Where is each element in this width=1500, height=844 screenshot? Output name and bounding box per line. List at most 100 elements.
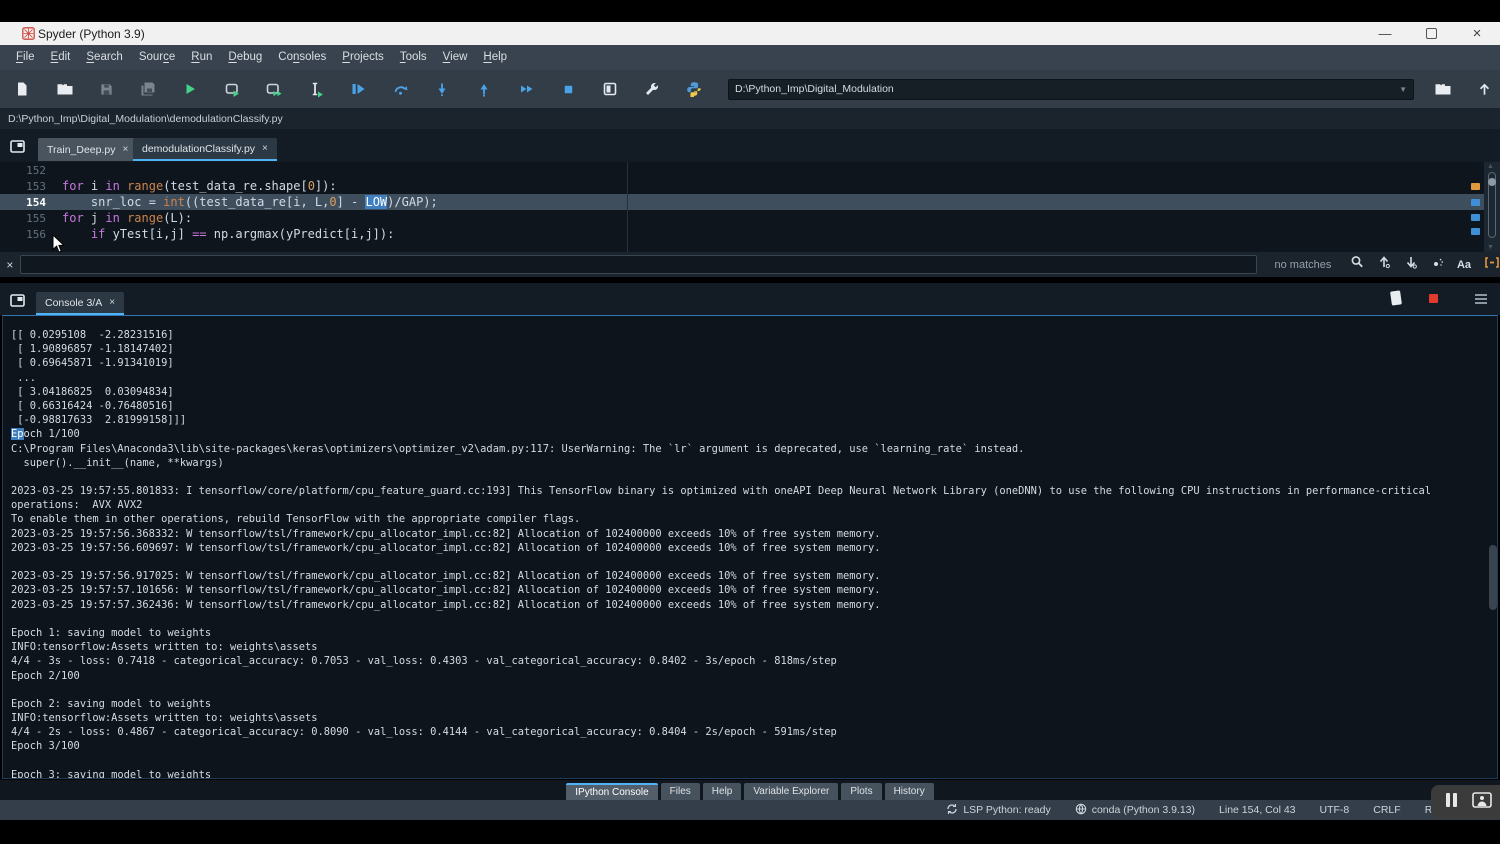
stop-debug-icon[interactable]: [558, 79, 578, 99]
main-toolbar: D:\Python_Imp\Digital_Modulation ▼: [0, 70, 1500, 108]
working-directory-combobox[interactable]: D:\Python_Imp\Digital_Modulation ▼: [728, 79, 1414, 100]
tab-help[interactable]: Help: [703, 783, 742, 800]
bottom-tab-row: IPython Console Files Help Variable Expl…: [0, 780, 1500, 800]
chevron-down-icon[interactable]: ▼: [1399, 85, 1407, 94]
menu-projects[interactable]: Projects: [334, 45, 392, 70]
scroll-up-icon[interactable]: ▲: [1487, 163, 1494, 170]
scroll-flag-warning[interactable]: [1471, 183, 1480, 190]
run-file-icon[interactable]: [180, 79, 200, 99]
tab-plots[interactable]: Plots: [841, 783, 881, 800]
menu-run[interactable]: Run: [183, 45, 220, 70]
close-tab-icon[interactable]: ×: [262, 143, 268, 154]
menu-consoles[interactable]: Consoles: [270, 45, 334, 70]
whole-words-icon[interactable]: [1484, 256, 1500, 274]
debug-file-icon[interactable]: [348, 79, 368, 99]
step-into-icon[interactable]: [432, 79, 452, 99]
run-cell-advance-icon[interactable]: [264, 79, 284, 99]
code-line-153[interactable]: 153for i in range(test_data_re.shape[0])…: [0, 178, 1500, 194]
editor-tab-train-deep[interactable]: Train_Deep.py ×: [38, 138, 137, 161]
menu-edit[interactable]: Edit: [43, 45, 79, 70]
editor-edge-line: [627, 162, 628, 252]
tab-variable-explorer[interactable]: Variable Explorer: [744, 783, 838, 800]
code-line-154[interactable]: 154 snr_loc = int((test_data_re[i, L,0] …: [0, 194, 1500, 210]
console-tab[interactable]: Console 3/A ×: [36, 292, 124, 315]
python-path-icon[interactable]: [684, 79, 704, 99]
browse-working-directory-icon[interactable]: [1432, 79, 1452, 99]
code-line-155[interactable]: 155for j in range(L):: [0, 210, 1500, 226]
console-output-line: To enable them in other operations, rebu…: [11, 512, 1497, 526]
menu-search[interactable]: Search: [78, 45, 130, 70]
lsp-status[interactable]: LSP Python: ready: [946, 803, 1050, 818]
encoding-status: UTF-8: [1320, 804, 1350, 816]
console-output-line: 4/4 - 3s - loss: 0.7418 - categorical_ac…: [11, 654, 1497, 668]
browse-tabs-icon[interactable]: [10, 140, 26, 159]
minimize-button[interactable]: —: [1362, 22, 1408, 45]
menu-debug[interactable]: Debug: [220, 45, 270, 70]
search-icon[interactable]: [1350, 255, 1364, 274]
find-next-icon[interactable]: [1404, 255, 1418, 274]
editor-scrollbar[interactable]: ▲ ▼: [1484, 162, 1500, 252]
console-output-line: [ 1.90896857 -1.18147402]: [11, 342, 1497, 356]
console-output-line: C:\Program Files\Anaconda3\lib\site-pack…: [11, 442, 1497, 456]
close-tab-icon[interactable]: ×: [109, 297, 115, 308]
code-line-152[interactable]: 152: [0, 162, 1500, 178]
close-tab-icon[interactable]: ×: [122, 144, 128, 155]
close-button[interactable]: ×: [1454, 22, 1500, 45]
webcam-overlay-icon[interactable]: [1472, 792, 1492, 813]
open-file-icon[interactable]: [54, 79, 74, 99]
step-over-icon[interactable]: [390, 79, 410, 99]
line-number[interactable]: 152: [0, 164, 62, 177]
step-return-icon[interactable]: [474, 79, 494, 99]
tab-history[interactable]: History: [885, 783, 934, 800]
restore-icon: [1426, 28, 1437, 39]
find-previous-icon[interactable]: [1377, 255, 1391, 274]
save-icon[interactable]: [96, 79, 116, 99]
parent-directory-icon[interactable]: [1474, 79, 1494, 99]
tab-label: Console 3/A: [45, 297, 102, 309]
maximize-pane-icon[interactable]: [600, 79, 620, 99]
editor-tab-row: Train_Deep.py × demodulationClassify.py …: [0, 129, 1500, 162]
top-black-bar: [0, 0, 1500, 22]
browse-tabs-icon[interactable]: [10, 294, 26, 313]
scroll-flag-info[interactable]: [1471, 228, 1480, 235]
scroll-flag-info[interactable]: [1471, 214, 1480, 221]
console-output[interactable]: [[ 0.0295108 -2.28231516] [ 1.90896857 -…: [2, 315, 1498, 779]
close-find-icon[interactable]: ×: [0, 258, 20, 272]
highlight-matches-icon[interactable]: [1431, 256, 1444, 274]
find-input[interactable]: [20, 255, 1257, 274]
save-all-icon[interactable]: [138, 79, 158, 99]
console-options-menu-icon[interactable]: [1474, 292, 1488, 310]
line-number[interactable]: 154: [0, 196, 62, 209]
interpreter-status[interactable]: conda (Python 3.9.13): [1075, 803, 1195, 818]
console-lines: [[ 0.0295108 -2.28231516] [ 1.90896857 -…: [11, 328, 1497, 779]
preferences-wrench-icon[interactable]: [642, 79, 662, 99]
tab-files[interactable]: Files: [661, 783, 700, 800]
code-editor[interactable]: 152153for i in range(test_data_re.shape[…: [0, 162, 1500, 252]
line-number[interactable]: 153: [0, 180, 62, 193]
menu-help[interactable]: Help: [475, 45, 515, 70]
scroll-flag-info[interactable]: [1471, 199, 1480, 206]
new-file-icon[interactable]: [12, 79, 32, 99]
scroll-down-icon[interactable]: ▼: [1487, 244, 1494, 251]
menu-tools[interactable]: Tools: [392, 45, 435, 70]
tab-label: demodulationClassify.py: [142, 143, 255, 155]
menu-view[interactable]: View: [435, 45, 476, 70]
editor-scrollbar-thumb[interactable]: [1488, 178, 1496, 186]
case-sensitive-icon[interactable]: Aa: [1457, 259, 1471, 271]
menu-source[interactable]: Source: [131, 45, 183, 70]
editor-tab-demodulation-classify[interactable]: demodulationClassify.py ×: [133, 138, 277, 161]
run-cell-icon[interactable]: [222, 79, 242, 99]
run-selection-icon[interactable]: [306, 79, 326, 99]
menu-file[interactable]: File: [8, 45, 43, 70]
continue-execution-icon[interactable]: [516, 79, 536, 99]
pause-icon[interactable]: [1445, 792, 1458, 813]
code-line-156[interactable]: 156 if yTest[i,j] == np.argmax(yPredict[…: [0, 226, 1500, 242]
line-number[interactable]: 155: [0, 212, 62, 225]
code-text: snr_loc = int((test_data_re[i, L,0] - LO…: [62, 195, 438, 209]
console-scrollbar-thumb[interactable]: [1489, 545, 1497, 610]
inspect-object-icon[interactable]: [1389, 289, 1403, 312]
console-output-line: 2023-03-25 19:57:56.368332: W tensorflow…: [11, 527, 1497, 541]
tab-ipython-console[interactable]: IPython Console: [566, 783, 657, 800]
restore-button[interactable]: [1408, 22, 1454, 45]
console-output-line: [ 0.66316424 -0.76480516]: [11, 399, 1497, 413]
